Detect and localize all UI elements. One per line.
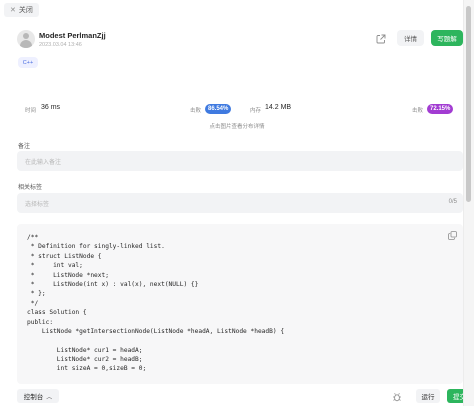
code-line: public: (27, 318, 54, 326)
code-line: ListNode* cur1 = headA; (27, 346, 143, 354)
chevron-up-icon: ︿ (46, 394, 53, 401)
notes-placeholder: 在此输入备注 (25, 160, 62, 166)
share-icon[interactable] (376, 34, 386, 44)
tags-select[interactable]: 选择标签 0/5 (17, 193, 463, 213)
code-line: class Solution { (27, 309, 87, 317)
code-line: */ (27, 299, 39, 307)
code-line: * }; (27, 290, 46, 298)
code-line: * int val; (27, 262, 83, 270)
language-tag: C++ (18, 57, 38, 68)
console-label: 控制台 (23, 394, 44, 401)
code-line: * struct ListNode { (27, 252, 102, 260)
histogram-hint: 点击图片查看分布详情 (209, 124, 265, 130)
detail-button[interactable]: 详情 (397, 30, 424, 46)
close-label: 关闭 (18, 7, 33, 14)
time-label: 时间 (25, 108, 37, 114)
tags-label: 相关标签 (18, 185, 43, 191)
run-button[interactable]: 运行 (416, 389, 440, 403)
author-name[interactable]: Modest PerlmanZjj (39, 31, 106, 40)
code-line: ListNode* cur2 = headB; (27, 356, 143, 364)
code-lines: /** * Definition for singly-linked list.… (27, 233, 284, 374)
close-button[interactable]: ✕ 关闭 (4, 3, 39, 17)
write-solution-button[interactable]: 写题解 (431, 30, 463, 46)
code-line: * Definition for singly-linked list. (27, 243, 165, 251)
tags-placeholder: 选择标签 (25, 202, 50, 208)
console-button[interactable]: 控制台 ︿ (17, 389, 59, 403)
code-line: /** (27, 234, 39, 241)
code-viewer[interactable]: /** * Definition for singly-linked list.… (17, 224, 463, 384)
memory-value: 14.2 MB (265, 104, 292, 111)
top-bar: ✕ 关闭 (0, 0, 474, 22)
memory-beats-label: 击败 (412, 108, 424, 114)
time-beats-label: 击败 (190, 108, 202, 114)
debug-icon[interactable] (392, 392, 402, 402)
time-beats-badge: 86.54% (205, 104, 232, 114)
copy-icon[interactable] (448, 231, 457, 240)
code-line: * ListNode(int x) : val(x), next(NULL) {… (27, 280, 199, 288)
notes-label: 备注 (18, 144, 31, 150)
time-value: 36 ms (41, 104, 61, 111)
avatar[interactable] (17, 30, 35, 48)
code-line: * ListNode *next; (27, 271, 109, 279)
code-line: int sizeA = 0,sizeB = 0; (27, 365, 147, 373)
memory-beats-badge: 72.15% (427, 104, 454, 114)
memory-label: 内存 (250, 108, 262, 114)
submission-timestamp: 2023.03.04 13:46 (39, 42, 82, 48)
code-line: ListNode *getIntersectionNode(ListNode *… (27, 327, 285, 335)
scrollbar-thumb[interactable] (466, 6, 471, 202)
tags-counter: 0/5 (448, 199, 457, 205)
notes-input[interactable]: 在此输入备注 (17, 151, 463, 171)
close-icon: ✕ (10, 7, 16, 14)
